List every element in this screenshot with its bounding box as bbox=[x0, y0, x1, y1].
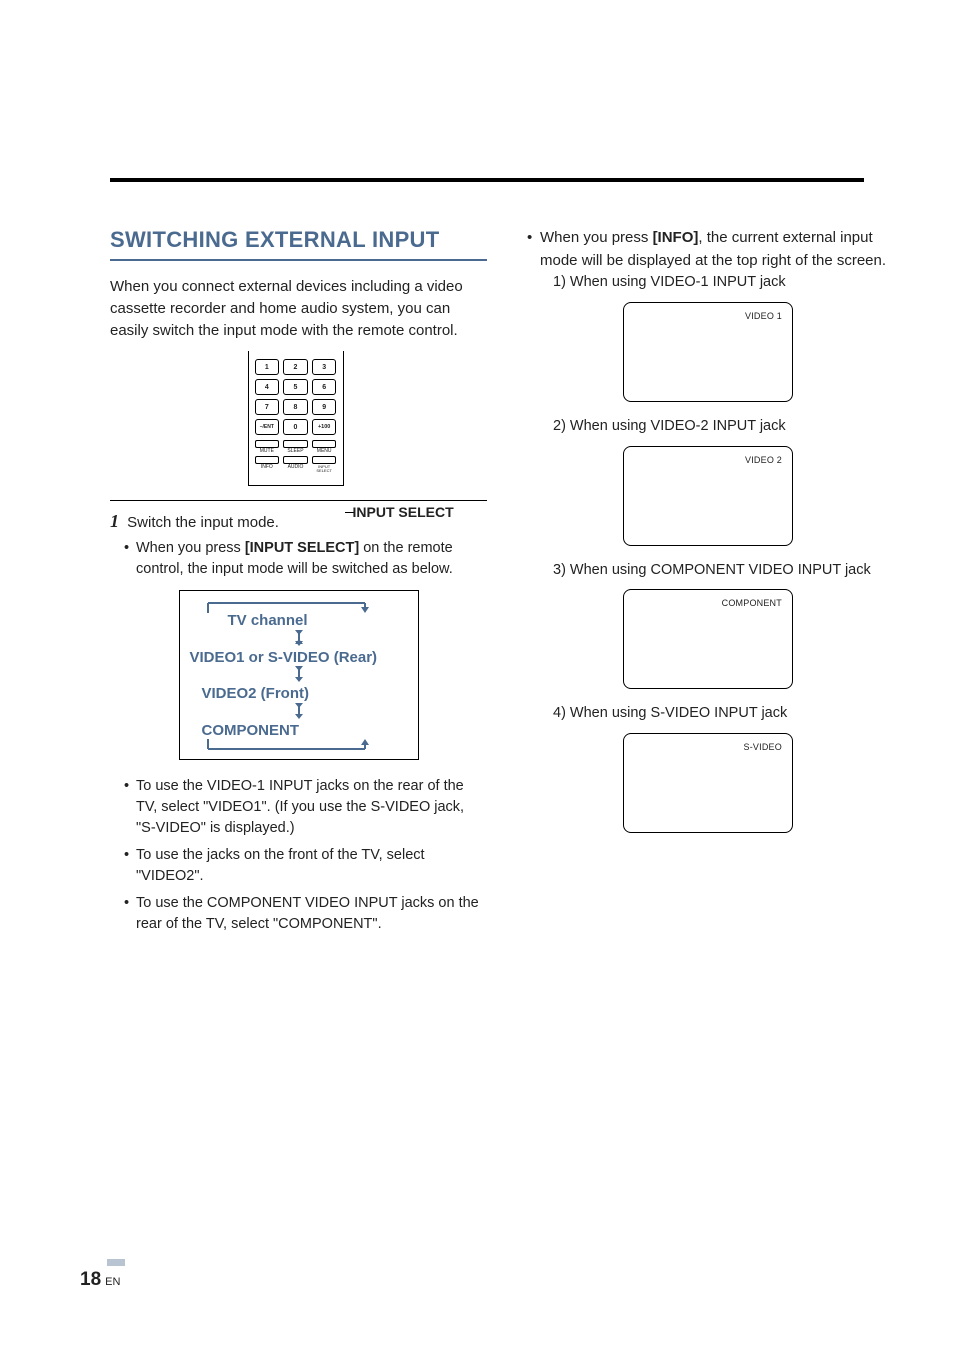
remote-fn-input-select-label: INPUT SELECT bbox=[312, 465, 337, 473]
tv-label-2: VIDEO 2 bbox=[745, 455, 782, 465]
remote-fn-info bbox=[255, 456, 280, 464]
left-column: SWITCHING EXTERNAL INPUT When you connec… bbox=[110, 227, 487, 943]
diagram-line3: VIDEO2 (Front) bbox=[202, 686, 410, 703]
remote-key-5: 5 bbox=[283, 379, 308, 395]
page-lang-wrap: EN bbox=[105, 1255, 125, 1291]
two-column-layout: SWITCHING EXTERNAL INPUT When you connec… bbox=[110, 227, 864, 943]
input-mode-diagram: TV channel VIDEO1 or S-VIDEO (Rear) VIDE… bbox=[179, 590, 419, 760]
diagram-line1: TV channel bbox=[228, 613, 410, 630]
diagram-line2: VIDEO1 or S-VIDEO (Rear) bbox=[190, 650, 410, 667]
diagram-line4: COMPONENT bbox=[202, 723, 410, 740]
diagram-arrow1 bbox=[188, 630, 410, 650]
remote-body: 1 2 3 4 5 6 7 8 9 –/ENT 0 +100 MUT bbox=[248, 351, 344, 486]
remote-key-6: 6 bbox=[312, 379, 337, 395]
remote-key-ent: –/ENT bbox=[255, 419, 280, 435]
remote-fn-menu-label: MENU bbox=[312, 449, 337, 454]
diagram-arrow2 bbox=[188, 666, 410, 686]
diagram-arrow3 bbox=[188, 703, 410, 723]
remote-key-0: 0 bbox=[283, 419, 308, 435]
page-number: 18 bbox=[80, 1269, 101, 1291]
remote-key-9: 9 bbox=[312, 399, 337, 415]
remote-key-p100: +100 bbox=[312, 419, 337, 435]
tv-label-4: S-VIDEO bbox=[744, 742, 782, 752]
right-column: When you press [INFO], the current exter… bbox=[527, 227, 889, 943]
right-item3: 3) When using COMPONENT VIDEO INPUT jack bbox=[553, 560, 889, 582]
remote-fn-mute-label: MUTE bbox=[255, 449, 280, 454]
section-title: SWITCHING EXTERNAL INPUT bbox=[110, 227, 487, 253]
step-text: Switch the input mode. bbox=[127, 514, 279, 531]
remote-fn-sleep-label: SLEEP bbox=[283, 449, 308, 454]
remote-fn-sleep bbox=[283, 440, 308, 448]
remote-key-8: 8 bbox=[283, 399, 308, 415]
document-page: SWITCHING EXTERNAL INPUT When you connec… bbox=[0, 0, 954, 943]
tv-screen-2: VIDEO 2 bbox=[623, 446, 793, 546]
remote-fn-row2: INFO AUDIO INPUT SELECT bbox=[255, 456, 337, 473]
remote-key-1: 1 bbox=[255, 359, 280, 375]
remote-diagram: 1 2 3 4 5 6 7 8 9 –/ENT 0 +100 MUT bbox=[110, 351, 487, 486]
step1-bullet4: To use the COMPONENT VIDEO INPUT jacks o… bbox=[124, 893, 487, 935]
remote-key-3: 3 bbox=[312, 359, 337, 375]
right-bullet-a: When you press bbox=[540, 229, 653, 246]
page-number-footer: 18 EN bbox=[80, 1255, 125, 1291]
intro-text: When you connect external devices includ… bbox=[110, 276, 487, 341]
remote-fn-mute bbox=[255, 440, 280, 448]
remote-key-7: 7 bbox=[255, 399, 280, 415]
tv-label-1: VIDEO 1 bbox=[745, 311, 782, 321]
step1-bullet1-a: When you press bbox=[136, 540, 245, 556]
right-bullet-b: [INFO] bbox=[653, 229, 699, 246]
step1-first-bullet-list: When you press [INPUT SELECT] on the rem… bbox=[124, 538, 487, 580]
remote-key-2: 2 bbox=[283, 359, 308, 375]
step1-bullet1-b: [INPUT SELECT] bbox=[245, 540, 359, 556]
right-item1: 1) When using VIDEO-1 INPUT jack bbox=[553, 272, 889, 294]
step1-bullet1: When you press [INPUT SELECT] on the rem… bbox=[124, 538, 487, 580]
right-item2: 2) When using VIDEO-2 INPUT jack bbox=[553, 416, 889, 438]
top-rule bbox=[110, 178, 864, 182]
remote-fn-input-select bbox=[312, 456, 337, 464]
tv-label-3: COMPONENT bbox=[722, 598, 782, 608]
title-underline bbox=[110, 259, 487, 261]
page-bar-icon bbox=[107, 1259, 125, 1266]
remote-key-4: 4 bbox=[255, 379, 280, 395]
page-lang: EN bbox=[105, 1276, 120, 1288]
right-bullet-list: When you press [INFO], the current exter… bbox=[527, 227, 889, 272]
remote-fn-audio-label: AUDIO bbox=[283, 465, 308, 470]
tv-screen-1: VIDEO 1 bbox=[623, 302, 793, 402]
step-separator bbox=[110, 500, 487, 501]
diagram-bottom-arrow bbox=[188, 739, 418, 751]
remote-keypad: 1 2 3 4 5 6 7 8 9 –/ENT 0 +100 bbox=[255, 359, 337, 435]
remote-fn-menu bbox=[312, 440, 337, 448]
right-item4: 4) When using S-VIDEO INPUT jack bbox=[553, 703, 889, 725]
remote-fn-audio bbox=[283, 456, 308, 464]
step1-bullet2: To use the VIDEO-1 INPUT jacks on the re… bbox=[124, 776, 487, 839]
step1-bullet-list-2: To use the VIDEO-1 INPUT jacks on the re… bbox=[124, 776, 487, 935]
remote-fn-info-label: INFO bbox=[255, 465, 280, 470]
step1-bullet3: To use the jacks on the front of the TV,… bbox=[124, 845, 487, 887]
callout-text: INPUT SELECT bbox=[353, 504, 454, 520]
remote-fn-row1: MUTE SLEEP MENU bbox=[255, 440, 337, 454]
step-number: 1 bbox=[110, 511, 119, 531]
tv-screen-3: COMPONENT bbox=[623, 589, 793, 689]
tv-screen-4: S-VIDEO bbox=[623, 733, 793, 833]
right-bullet: When you press [INFO], the current exter… bbox=[527, 227, 889, 272]
